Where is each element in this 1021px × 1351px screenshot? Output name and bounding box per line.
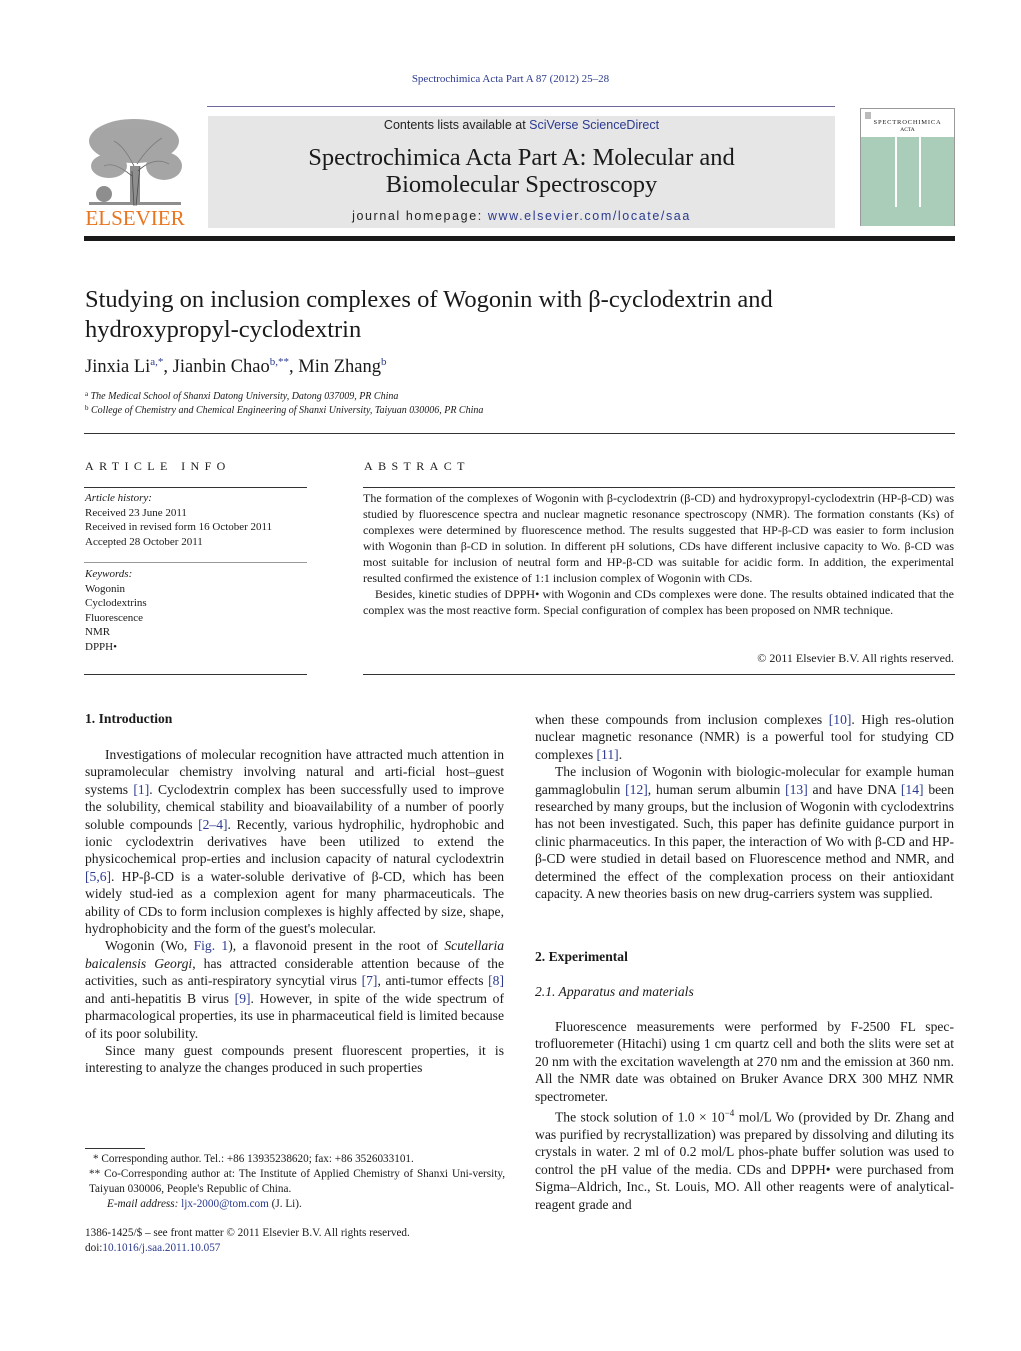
divider xyxy=(84,562,307,563)
elsevier-wordmark: ELSEVIER xyxy=(85,206,185,230)
citation-link[interactable]: [8] xyxy=(488,973,504,988)
journal-masthead: Contents lists available at SciVerse Sci… xyxy=(208,116,835,228)
article-title: Studying on inclusion complexes of Wogon… xyxy=(85,285,965,345)
author-name: Min Zhang xyxy=(298,357,382,377)
keyword: DPPH• xyxy=(85,640,117,653)
abstract-copyright: © 2011 Elsevier B.V. All rights reserved… xyxy=(757,651,954,665)
author-affiliation-marks[interactable]: b,** xyxy=(270,356,289,368)
section-heading-experimental: 2. Experimental xyxy=(535,949,628,964)
citation-link[interactable]: [1] xyxy=(133,782,149,797)
affiliation-mark: b xyxy=(85,404,89,412)
homepage-link[interactable]: www.elsevier.com/locate/saa xyxy=(488,209,691,223)
keywords-label: Keywords: xyxy=(85,568,133,580)
keyword: Wogonin xyxy=(85,582,126,595)
footnote-rule xyxy=(85,1148,145,1149)
citation-link[interactable]: [7] xyxy=(362,973,378,988)
cover-subtitle: ACTA xyxy=(900,127,915,133)
abstract-paragraph: The formation of the complexes of Wogoni… xyxy=(363,491,954,585)
citation-link[interactable]: [5,6] xyxy=(85,869,111,884)
divider xyxy=(363,674,955,675)
body-paragraph: Wogonin (Wo, Fig. 1), a flavonoid presen… xyxy=(85,938,505,1041)
email-link[interactable]: ljx-2000@tom.com xyxy=(181,1198,269,1210)
left-column-text: Investigations of molecular recognition … xyxy=(85,746,504,1077)
section-heading-introduction: 1. Introduction xyxy=(85,711,173,726)
divider xyxy=(84,433,955,434)
footnote-email: E-mail address: ljx-2000@tom.com (J. Li)… xyxy=(107,1198,302,1210)
divider xyxy=(84,674,307,675)
cover-green-panel xyxy=(861,137,954,226)
author-name: Jinxia Li xyxy=(85,357,151,377)
author-list: Jinxia Lia,*, Jianbin Chaob,**, Min Zhan… xyxy=(85,356,387,377)
doi-link[interactable]: 10.1016/j.saa.2011.10.057 xyxy=(102,1242,220,1254)
footnote-co-corresponding-author: ** Co-Corresponding author at: The Insti… xyxy=(89,1168,505,1195)
divider xyxy=(84,487,307,488)
homepage-line: journal homepage: www.elsevier.com/locat… xyxy=(208,209,835,223)
body-paragraph: The stock solution of 1.0 × 10−4 mol/L W… xyxy=(535,1108,955,1212)
affiliation-b: b College of Chemistry and Chemical Engi… xyxy=(85,404,483,416)
footnotes: * Corresponding author. Tel.: +86 139352… xyxy=(85,1152,505,1212)
footnote-corresponding-author: * Corresponding author. Tel.: +86 139352… xyxy=(93,1153,414,1165)
contents-prefix: Contents lists available at xyxy=(383,118,530,132)
figure-link[interactable]: Fig. 1 xyxy=(194,938,229,953)
abstract-paragraph: Besides, kinetic studies of DPPH• with W… xyxy=(363,587,954,617)
subsection-heading-apparatus: 2.1. Apparatus and materials xyxy=(535,984,694,999)
issn-line: 1386-1425/$ – see front matter © 2011 El… xyxy=(85,1227,410,1239)
body-paragraph: Investigations of molecular recognition … xyxy=(85,747,504,937)
homepage-prefix: journal homepage: xyxy=(352,209,488,223)
keyword: Fluorescence xyxy=(85,611,144,624)
affiliation-text: The Medical School of Shanxi Datong Univ… xyxy=(90,391,399,402)
body-paragraph: The inclusion of Wogonin with biologic-m… xyxy=(535,764,954,902)
header-thick-rule xyxy=(84,236,955,241)
citation-link[interactable]: [14] xyxy=(901,782,924,797)
running-head[interactable]: Spectrochimica Acta Part A 87 (2012) 25–… xyxy=(0,73,1021,85)
keywords: Keywords: Wogonin Cyclodextrins Fluoresc… xyxy=(85,567,147,654)
affiliation-text: College of Chemistry and Chemical Engine… xyxy=(91,405,484,416)
body-paragraph: Since many guest compounds present fluor… xyxy=(85,1042,504,1076)
article-title-line1: Studying on inclusion complexes of Wogon… xyxy=(85,286,773,313)
journal-cover-thumbnail[interactable]: SPECTROCHIMICA ACTA xyxy=(860,108,955,226)
experimental-text: Fluorescence measurements were performed… xyxy=(535,1018,954,1213)
author-affiliation-marks[interactable]: b xyxy=(381,356,387,368)
author-name: Jianbin Chao xyxy=(172,357,270,377)
history-item: Accepted 28 October 2011 xyxy=(85,535,203,548)
history-item: Received 23 June 2011 xyxy=(85,506,187,519)
front-matter: 1386-1425/$ – see front matter © 2011 El… xyxy=(85,1226,410,1256)
affiliation-mark: a xyxy=(85,390,89,398)
citation-link[interactable]: [9] xyxy=(235,991,251,1006)
top-rule xyxy=(207,106,835,107)
keyword: Cyclodextrins xyxy=(85,597,147,609)
cover-publisher-icon xyxy=(865,112,871,119)
citation-link[interactable]: [10] xyxy=(829,712,852,727)
journal-title: Spectrochimica Acta Part A: Molecular an… xyxy=(208,144,835,198)
doi-line: doi:10.1016/j.saa.2011.10.057 xyxy=(85,1242,221,1254)
body-paragraph: when these compounds from inclusion comp… xyxy=(535,712,955,762)
history-item: Received in revised form 16 October 2011 xyxy=(85,521,273,533)
journal-title-line1: Spectrochimica Acta Part A: Molecular an… xyxy=(308,144,735,171)
divider xyxy=(363,487,955,488)
citation-link[interactable]: [2–4] xyxy=(198,817,227,832)
abstract-heading: ABSTRACT xyxy=(364,459,470,473)
article-title-line2: hydroxypropyl-cyclodextrin xyxy=(85,316,362,343)
journal-title-line2: Biomolecular Spectroscopy xyxy=(385,171,658,198)
cover-stripe xyxy=(919,137,921,207)
cover-stripe xyxy=(895,137,897,207)
citation-link[interactable]: [12] xyxy=(625,782,648,797)
contents-line: Contents lists available at SciVerse Sci… xyxy=(208,118,835,132)
body-paragraph: Fluorescence measurements were performed… xyxy=(535,1019,954,1104)
article-info-heading: ARTICLE INFO xyxy=(85,459,231,473)
right-column-text: when these compounds from inclusion comp… xyxy=(535,711,954,902)
citation-link[interactable]: [11] xyxy=(597,747,619,762)
citation-link[interactable]: [13] xyxy=(785,782,808,797)
cover-title: SPECTROCHIMICA xyxy=(873,119,942,126)
affiliation-a: a The Medical School of Shanxi Datong Un… xyxy=(85,390,398,402)
sciencedirect-link[interactable]: SciVerse ScienceDirect xyxy=(529,118,659,132)
article-history: Article history: Received 23 June 2011 R… xyxy=(85,491,272,549)
abstract-body: The formation of the complexes of Wogoni… xyxy=(363,490,954,618)
author-affiliation-marks[interactable]: a,* xyxy=(150,356,163,368)
history-label: Article history: xyxy=(85,492,152,504)
keyword: NMR xyxy=(85,626,111,638)
